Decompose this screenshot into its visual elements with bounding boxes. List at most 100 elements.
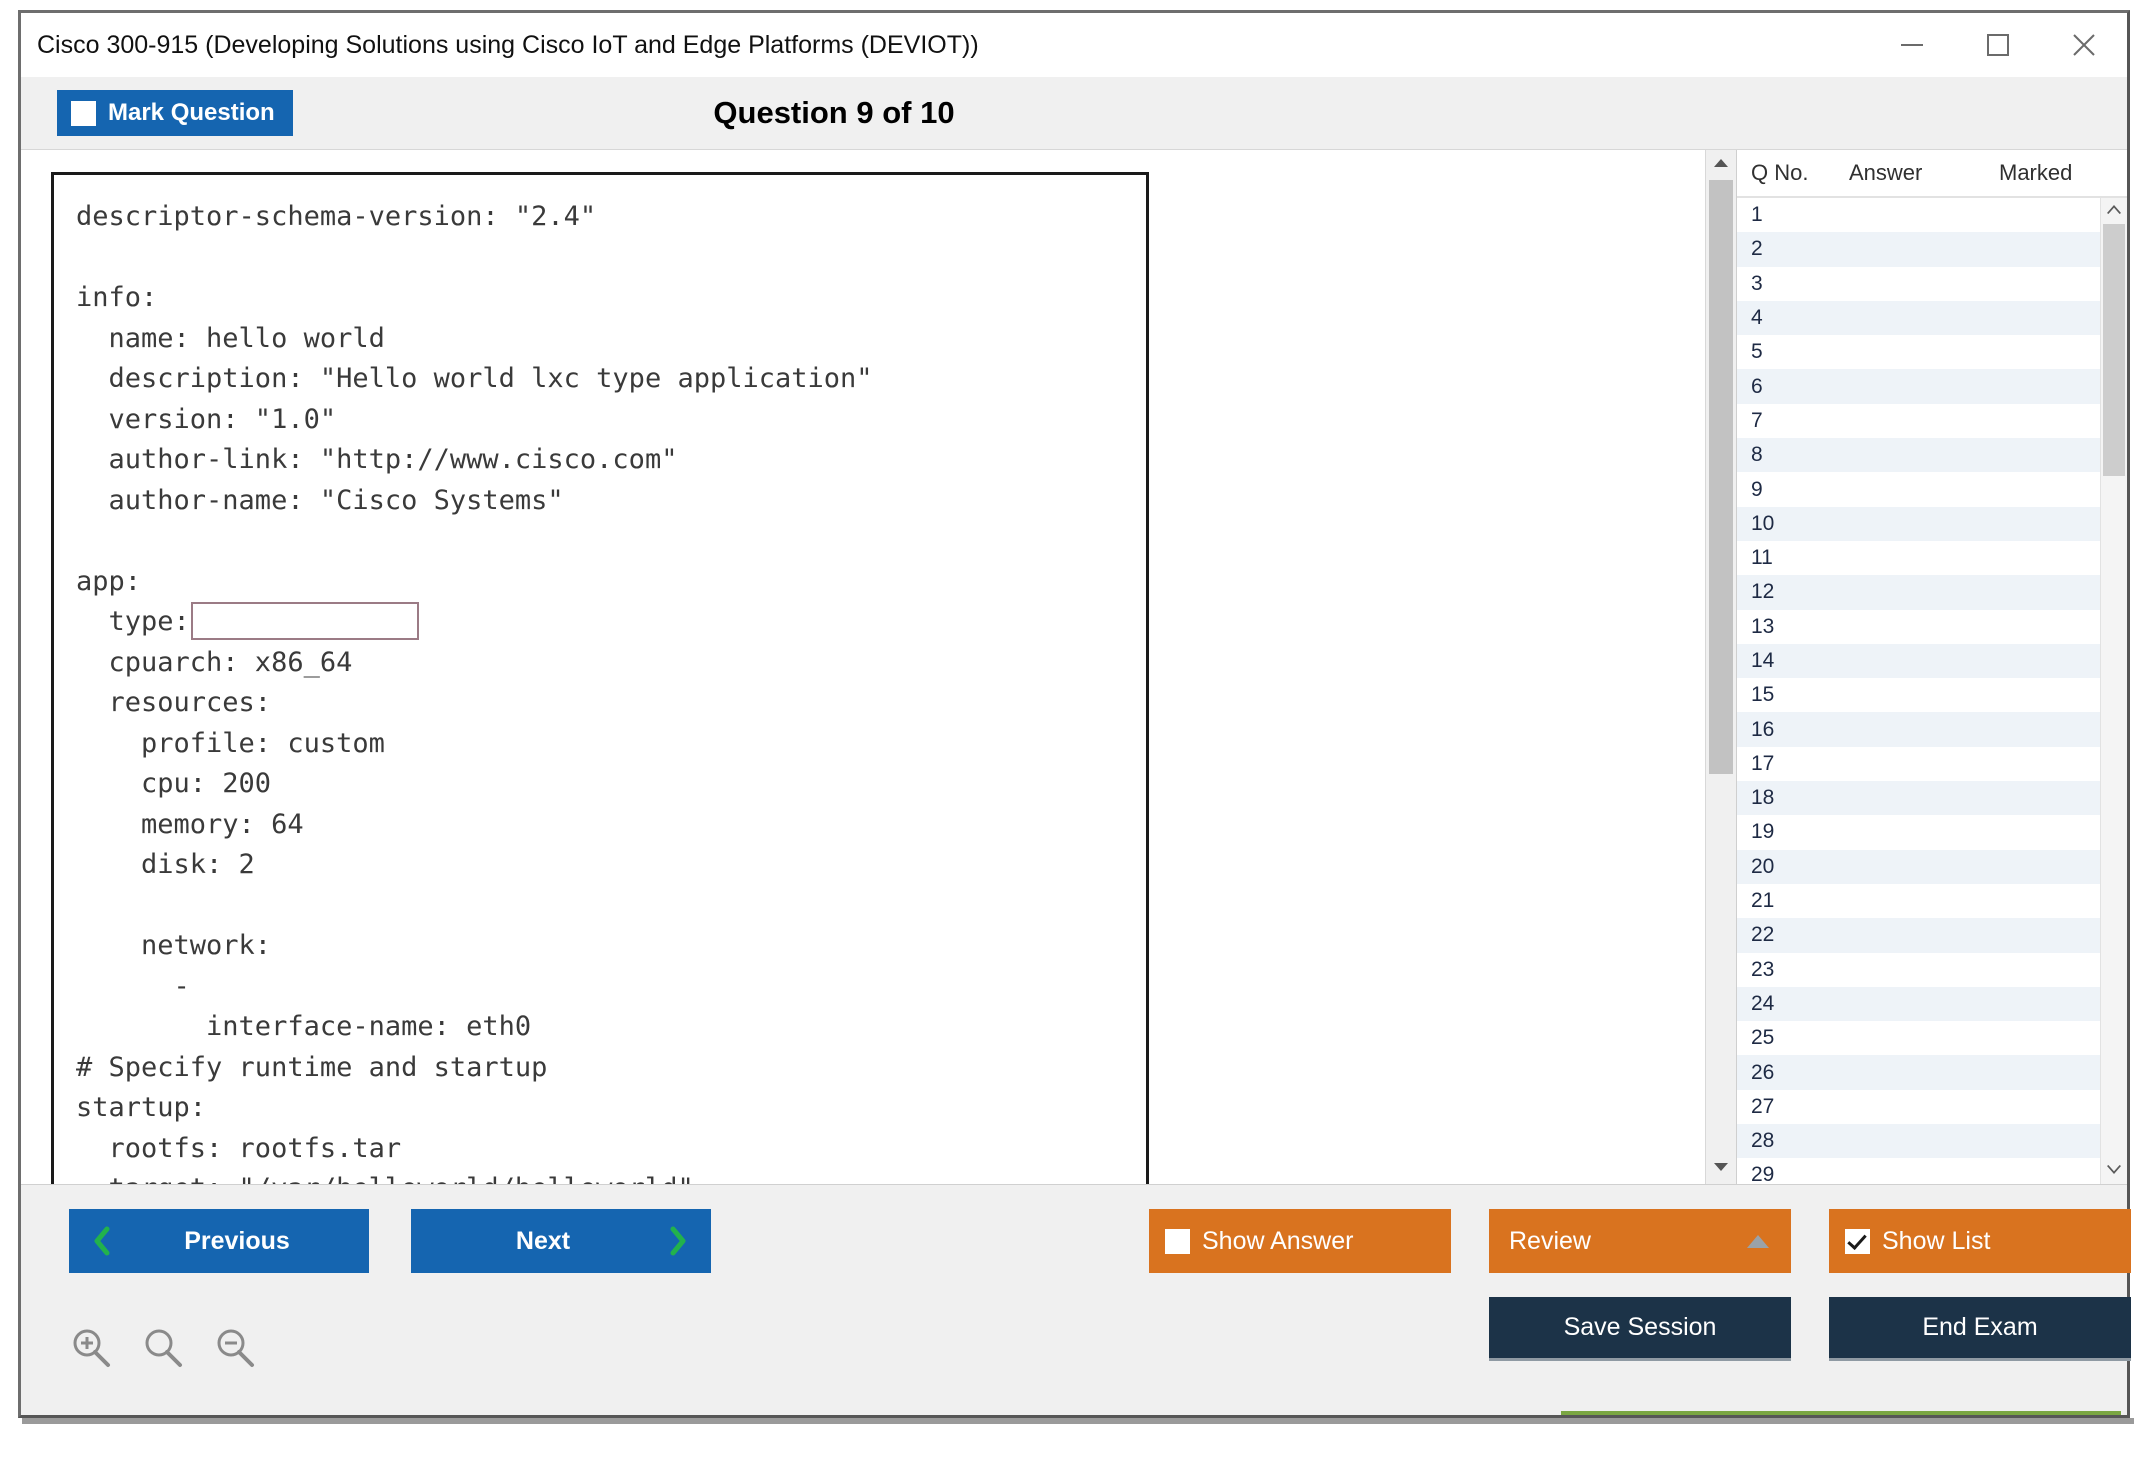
row-question-number: 23 [1737, 958, 1849, 982]
table-row[interactable]: 2 [1737, 232, 2100, 266]
table-row[interactable]: 15 [1737, 678, 2100, 712]
table-row[interactable]: 9 [1737, 472, 2100, 506]
scrollbar-track[interactable] [1706, 180, 1736, 1154]
code-line: interface-name: eth0 [76, 1007, 1146, 1048]
code-line: resources: [76, 683, 1146, 724]
table-row[interactable]: 22 [1737, 918, 2100, 952]
row-question-number: 27 [1737, 1095, 1849, 1119]
table-row[interactable]: 5 [1737, 335, 2100, 369]
review-dropdown[interactable]: Review [1489, 1209, 1791, 1273]
window-shadow [22, 1418, 2134, 1424]
chevron-left-icon [91, 1226, 113, 1256]
row-question-number: 1 [1737, 203, 1849, 227]
chevron-up-icon [2106, 202, 2122, 220]
page-title: Question 9 of 10 [0, 95, 2127, 131]
row-question-number: 22 [1737, 923, 1849, 947]
minimize-button[interactable] [1869, 14, 1955, 76]
code-line [76, 886, 1146, 927]
row-question-number: 20 [1737, 855, 1849, 879]
table-row[interactable]: 27 [1737, 1090, 2100, 1124]
save-session-button[interactable]: Save Session [1489, 1297, 1791, 1361]
chevron-down-icon [1713, 1160, 1729, 1178]
scroll-up-button[interactable] [1706, 150, 1736, 180]
row-question-number: 15 [1737, 683, 1849, 707]
show-list-button[interactable]: Show List [1829, 1209, 2131, 1273]
app-type-input[interactable] [191, 602, 419, 640]
scroll-down-button[interactable] [1706, 1154, 1736, 1184]
next-label: Next [419, 1227, 667, 1256]
mark-question-checkbox[interactable] [71, 101, 96, 126]
code-line: cpu: 200 [76, 764, 1146, 805]
table-row[interactable]: 26 [1737, 1055, 2100, 1089]
table-row[interactable]: 6 [1737, 369, 2100, 403]
close-button[interactable] [2041, 14, 2127, 76]
mark-question-button[interactable]: Mark Question [57, 90, 293, 136]
row-question-number: 16 [1737, 718, 1849, 742]
close-icon [2070, 31, 2098, 59]
column-header-marked: Marked [1999, 160, 2127, 186]
list-scroll-down-button[interactable] [2101, 1158, 2127, 1184]
row-question-number: 9 [1737, 478, 1849, 502]
window-controls [1869, 13, 2127, 77]
yaml-code: descriptor-schema-version: "2.4" info: n… [76, 197, 1146, 1184]
table-row[interactable]: 11 [1737, 541, 2100, 575]
show-answer-button[interactable]: Show Answer [1149, 1209, 1451, 1273]
table-row[interactable]: 7 [1737, 404, 2100, 438]
code-line: memory: 64 [76, 805, 1146, 846]
table-row[interactable]: 18 [1737, 781, 2100, 815]
column-header-answer: Answer [1849, 160, 1999, 186]
list-scrollbar-track[interactable] [2101, 224, 2127, 1158]
table-row[interactable]: 4 [1737, 301, 2100, 335]
maximize-button[interactable] [1955, 14, 2041, 76]
window-title: Cisco 300-915 (Developing Solutions usin… [37, 31, 979, 60]
show-answer-checkbox[interactable] [1165, 1229, 1190, 1254]
content-scrollbar[interactable] [1705, 150, 1736, 1184]
table-row[interactable]: 16 [1737, 712, 2100, 746]
show-list-checkbox[interactable] [1845, 1229, 1870, 1254]
zoom-out-icon[interactable] [213, 1325, 257, 1374]
table-row[interactable]: 25 [1737, 1021, 2100, 1055]
table-row[interactable]: 28 [1737, 1124, 2100, 1158]
previous-button[interactable]: Previous [69, 1209, 369, 1273]
table-row[interactable]: 12 [1737, 575, 2100, 609]
code-line: - [76, 967, 1146, 1008]
chevron-right-icon [667, 1226, 689, 1256]
row-question-number: 4 [1737, 306, 1849, 330]
table-row[interactable]: 19 [1737, 815, 2100, 849]
table-row[interactable]: 24 [1737, 987, 2100, 1021]
end-exam-button[interactable]: End Exam [1829, 1297, 2131, 1361]
code-line: author-link: "http://www.cisco.com" [76, 440, 1146, 481]
row-question-number: 25 [1737, 1026, 1849, 1050]
zoom-in-icon[interactable] [69, 1325, 113, 1374]
table-row[interactable]: 13 [1737, 610, 2100, 644]
row-question-number: 5 [1737, 340, 1849, 364]
table-row[interactable]: 8 [1737, 438, 2100, 472]
table-row[interactable]: 17 [1737, 747, 2100, 781]
row-question-number: 12 [1737, 580, 1849, 604]
question-list-panel: Q No. Answer Marked 12345678910111213141… [1736, 150, 2127, 1184]
app-root: Cisco 300-915 (Developing Solutions usin… [0, 0, 2150, 1470]
minimize-icon [1899, 38, 1925, 52]
next-button[interactable]: Next [411, 1209, 711, 1273]
table-row[interactable]: 1 [1737, 198, 2100, 232]
row-question-number: 14 [1737, 649, 1849, 673]
table-row[interactable]: 21 [1737, 884, 2100, 918]
title-bar: Cisco 300-915 (Developing Solutions usin… [21, 13, 2127, 77]
list-scrollbar-thumb[interactable] [2103, 224, 2125, 476]
zoom-reset-icon[interactable] [141, 1325, 185, 1374]
table-row[interactable]: 10 [1737, 507, 2100, 541]
row-question-number: 2 [1737, 237, 1849, 261]
scrollbar-thumb[interactable] [1709, 180, 1733, 774]
code-line: name: hello world [76, 319, 1146, 360]
list-scrollbar[interactable] [2100, 198, 2127, 1184]
table-row[interactable]: 23 [1737, 953, 2100, 987]
type-key-label: type: [76, 602, 190, 643]
table-row[interactable]: 14 [1737, 644, 2100, 678]
row-question-number: 11 [1737, 546, 1849, 570]
question-rows: 1234567891011121314151617181920212223242… [1737, 198, 2100, 1184]
code-line: version: "1.0" [76, 400, 1146, 441]
table-row[interactable]: 20 [1737, 850, 2100, 884]
table-row[interactable]: 29 [1737, 1158, 2100, 1184]
list-scroll-up-button[interactable] [2101, 198, 2127, 224]
table-row[interactable]: 3 [1737, 267, 2100, 301]
